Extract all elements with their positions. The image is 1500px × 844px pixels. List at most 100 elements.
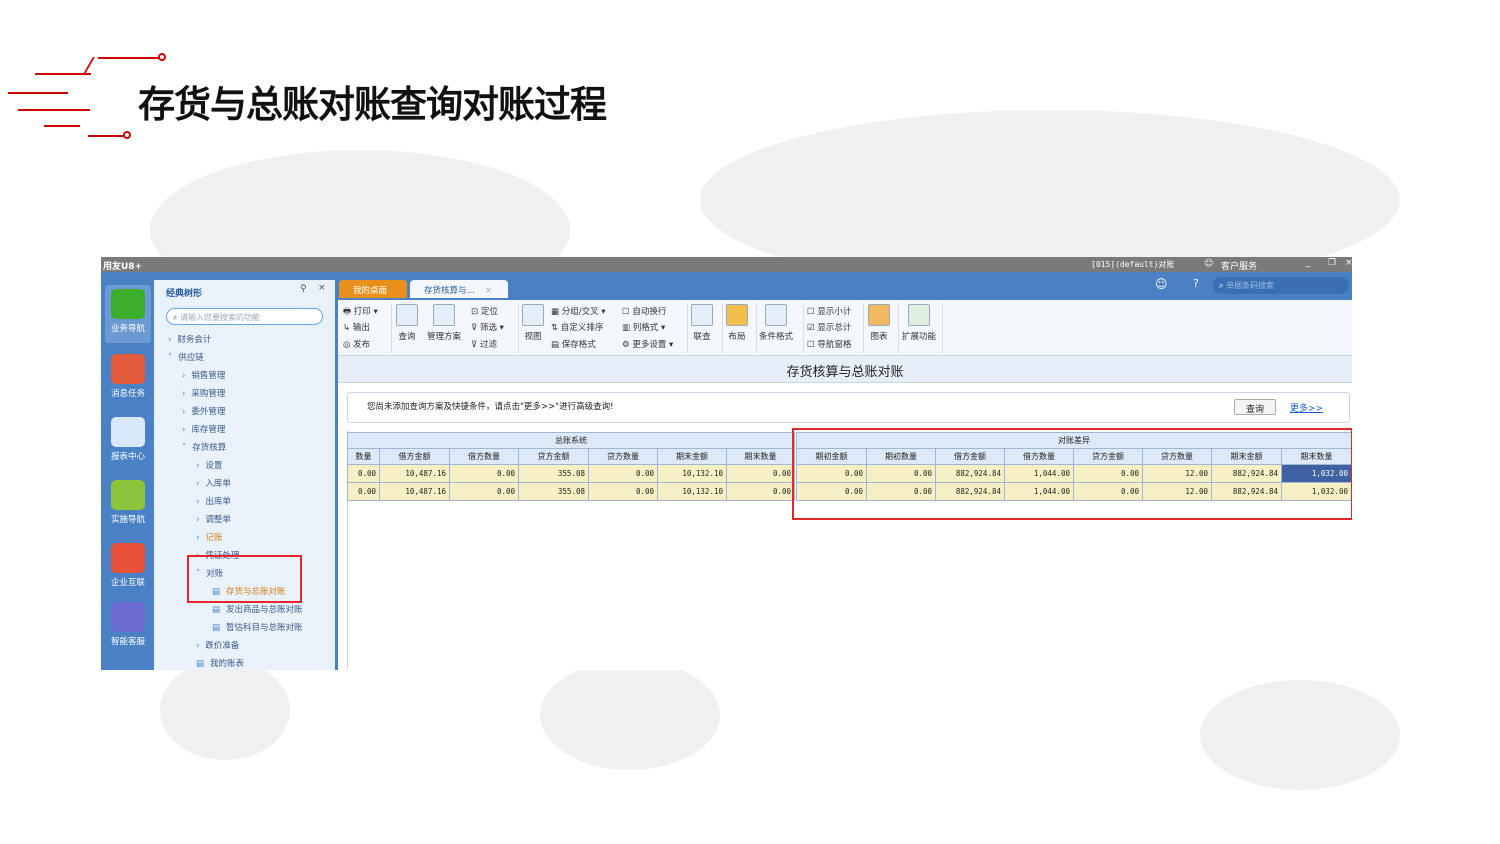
table-cell[interactable]: 0.00 [588,464,658,483]
query-button[interactable]: 查询 [1234,399,1276,415]
minimize-button[interactable]: _ [1306,258,1311,268]
cond-format-button[interactable]: 条件格式 [759,304,793,342]
table-cell[interactable]: 0.00 [449,482,519,501]
pin-icon[interactable]: ⚲ [300,284,307,294]
close-tab-icon[interactable]: × [485,286,492,296]
filter-button[interactable]: ⊽ 筛选 ▾ [471,321,504,333]
nav-service[interactable]: 智能客服 [105,598,151,656]
barcode-search-input[interactable]: ⌕ 单据条码搜索 [1213,277,1349,294]
table-cell[interactable]: 10,487.16 [379,464,450,483]
table-cell[interactable]: 10,132.10 [657,464,727,483]
tree-item[interactable]: › 设置 [196,459,222,471]
cond-format-icon [765,304,787,326]
deco-line [44,125,80,127]
nav-messages[interactable]: 消息任务 [105,350,151,408]
nav-reports[interactable]: 报表中心 [105,413,151,471]
table-cell[interactable]: 0.00 [725,464,796,483]
table-row[interactable]: 0.00 10,487.16 0.00 355.08 0.00 10,132.10 0.00 [347,482,796,501]
column-header[interactable]: 借方金额 [379,448,450,465]
world-map-bg [1200,680,1400,790]
function-search-input[interactable]: ⌕ 请输入您要搜索的功能 [166,308,323,325]
tree-item[interactable]: ▤ 发出商品与总账对账 [212,603,303,615]
tree-item[interactable]: › 入库单 [196,477,231,489]
show-subtotal-checkbox[interactable]: ☐ 显示小计 [807,305,851,317]
auto-wrap-checkbox[interactable]: ☐ 自动换行 [622,305,666,317]
tree-item[interactable]: › 跌价准备 [196,639,239,651]
table-cell[interactable]: 0.00 [449,464,519,483]
customer-service-menu[interactable]: 客户服务 [1221,259,1257,272]
smile-icon[interactable]: ☺ [1155,277,1168,291]
nav-pane-checkbox[interactable]: ☐ 导航窗格 [807,338,851,350]
nav-label: 消息任务 [110,389,145,399]
highlight-box [792,428,1352,520]
table-cell[interactable]: 10,487.16 [379,482,450,501]
export-button[interactable]: ↳ 输出 [343,321,370,333]
highlight-box [187,555,302,603]
filter2-button[interactable]: ⊽ 过滤 [471,338,497,350]
view-button[interactable]: 视图 [522,304,544,342]
group-header: 总账系统 [346,432,796,449]
table-cell[interactable]: 0.00 [347,464,380,483]
tab-inventory-reconcile[interactable]: 存货核算与… × [410,280,508,298]
table-row[interactable]: 0.00 10,487.16 0.00 355.08 0.00 10,132.10 0.00 [347,464,796,483]
restore-button[interactable]: ❐ [1328,258,1336,268]
tree-item[interactable]: ▤ 暂估科目与总账对账 [212,621,303,633]
account-selector[interactable]: [015](default)对账 [1091,259,1174,270]
tree-item[interactable]: › 调整单 [196,513,231,525]
locate-button[interactable]: ⊡ 定位 [471,305,498,317]
table-cell[interactable]: 0.00 [588,482,658,501]
column-header[interactable]: 期末金额 [657,448,727,465]
tree-title: 经典树形 [166,289,203,299]
close-panel-icon[interactable]: × [318,283,326,293]
tree-item[interactable]: ▤ 我的账表 [196,657,244,669]
sort-button[interactable]: ⇅ 自定义排序 [551,321,603,333]
tree-item[interactable]: ˅ 供应链 [168,351,204,363]
more-settings-button[interactable]: ⚙ 更多设置 ▾ [622,338,673,350]
nav-implement[interactable]: 实施导航 [105,476,151,534]
column-header[interactable]: 贷方数量 [588,448,658,465]
table-cell[interactable]: 0.00 [347,482,380,501]
group-button[interactable]: ▦ 分组/交叉 ▾ [551,305,606,317]
scheme-button[interactable]: 管理方案 [427,304,461,342]
column-header[interactable]: 借方数量 [449,448,519,465]
help-icon[interactable]: ? [1193,277,1199,290]
report-icon [111,417,145,447]
save-format-button[interactable]: ▤ 保存格式 [551,338,596,350]
world-map-bg [160,660,290,760]
search-icon: ⌕ [1219,281,1227,290]
column-header[interactable]: 数量 [347,448,380,465]
tree-item[interactable]: › 记账 [196,531,222,543]
tree-item[interactable]: › 出库单 [196,495,231,507]
layout-button[interactable]: 布局 [726,304,748,342]
deco-line [18,109,90,111]
query-button[interactable]: 查询 [396,304,418,342]
column-header[interactable]: 贷方金额 [518,448,589,465]
tree-item[interactable]: › 财务会计 [168,333,211,345]
table-cell[interactable]: 10,132.10 [657,482,727,501]
tree-item[interactable]: › 销售管理 [182,369,225,381]
show-total-checkbox[interactable]: ☑ 显示总计 [807,321,851,333]
more-link[interactable]: 更多>> [1290,401,1323,414]
nav-bar: 业务导航 消息任务 报表中心 实施导航 企业互联 智能客服 [101,272,154,670]
print-button[interactable]: 🖶 打印 ▾ [343,305,378,320]
table-cell[interactable]: 0.00 [725,482,796,501]
nav-enterprise[interactable]: 企业互联 [105,539,151,597]
publish-button[interactable]: ◎ 发布 [343,338,370,350]
link-query-button[interactable]: 联查 [691,304,713,342]
col-format-button[interactable]: ▥ 列格式 ▾ [622,321,665,333]
column-header[interactable]: 期末数量 [725,448,796,465]
tree-item[interactable]: › 委外管理 [182,405,225,417]
tree-item[interactable]: › 库存管理 [182,423,225,435]
tab-desktop[interactable]: 我的桌面 [339,280,407,298]
chart-button[interactable]: 图表 [868,304,890,342]
link-icon [691,304,713,326]
table-cell[interactable]: 355.08 [518,464,589,483]
tree-item[interactable]: › 采购管理 [182,387,225,399]
deco-line [98,57,160,59]
close-button[interactable]: × [1345,258,1352,268]
extend-button[interactable]: 扩展功能 [902,304,936,342]
nav-label: 报表中心 [110,452,145,462]
table-cell[interactable]: 355.08 [518,482,589,501]
tree-item[interactable]: ˅ 存货核算 [182,441,226,453]
nav-business[interactable]: 业务导航 [105,285,151,343]
